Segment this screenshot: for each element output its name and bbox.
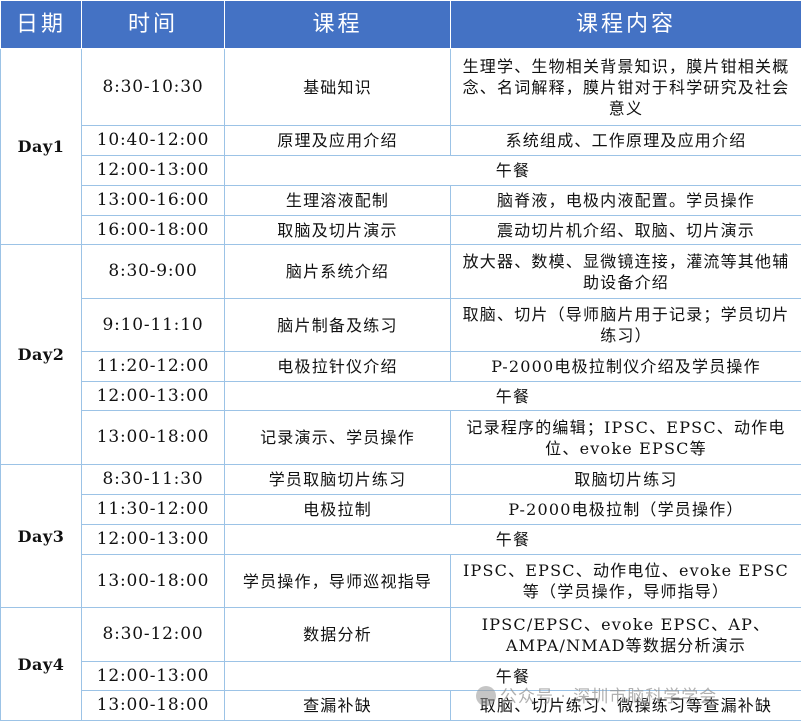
table-row: 16:00-18:00 取脑及切片演示 震动切片机介绍、取脑、切片演示 xyxy=(1,216,801,245)
time-cell: 8:30-11:30 xyxy=(82,465,225,495)
schedule-table: 日期 时间 课程 课程内容 Day1 8:30-10:30 基础知识 生理学、生… xyxy=(0,0,801,721)
table-row: 10:40-12:00 原理及应用介绍 系统组成、工作原理及应用介绍 xyxy=(1,126,801,156)
course-cell: 电极拉针仪介绍 xyxy=(225,352,451,382)
content-cell: 取脑、切片（导师脑片用于记录；学员切片练习） xyxy=(451,299,801,352)
content-cell: 脑脊液，电极内液配置。学员操作 xyxy=(451,186,801,216)
course-cell: 取脑及切片演示 xyxy=(225,216,451,245)
time-cell: 12:00-13:00 xyxy=(82,525,225,555)
time-cell: 8:30-10:30 xyxy=(82,49,225,126)
time-cell: 10:40-12:00 xyxy=(82,126,225,156)
time-cell: 8:30-12:00 xyxy=(82,608,225,662)
header-content: 课程内容 xyxy=(451,1,801,49)
table-row: 13:00-18:00 记录演示、学员操作 记录程序的编辑；IPSC、EPSC、… xyxy=(1,411,801,465)
content-cell: P-2000电极拉制仪介绍及学员操作 xyxy=(451,352,801,382)
table-row: Day3 8:30-11:30 学员取脑切片练习 取脑切片练习 xyxy=(1,465,801,495)
table-row: 13:00-16:00 生理溶液配制 脑脊液，电极内液配置。学员操作 xyxy=(1,186,801,216)
header-time: 时间 xyxy=(82,1,225,49)
watermark-text: 公众号 · 深圳市脑科学学会 xyxy=(500,687,717,707)
course-cell: 学员取脑切片练习 xyxy=(225,465,451,495)
content-cell: 记录程序的编辑；IPSC、EPSC、动作电位、evoke EPSC等 xyxy=(451,411,801,465)
course-cell: 数据分析 xyxy=(225,608,451,662)
course-cell: 原理及应用介绍 xyxy=(225,126,451,156)
time-cell: 12:00-13:00 xyxy=(82,662,225,691)
table-row: 12:00-13:00 午餐 xyxy=(1,156,801,186)
table-row: 12:00-13:00 午餐 xyxy=(1,525,801,555)
time-cell: 11:30-12:00 xyxy=(82,495,225,525)
course-cell: 生理溶液配制 xyxy=(225,186,451,216)
table-row: Day1 8:30-10:30 基础知识 生理学、生物相关背景知识，膜片钳相关概… xyxy=(1,49,801,126)
time-cell: 13:00-18:00 xyxy=(82,411,225,465)
course-cell: 记录演示、学员操作 xyxy=(225,411,451,465)
time-cell: 13:00-18:00 xyxy=(82,691,225,721)
course-cell: 脑片制备及练习 xyxy=(225,299,451,352)
day-label: Day2 xyxy=(1,245,82,465)
table-row: 12:00-13:00 午餐 xyxy=(1,382,801,411)
time-cell: 13:00-16:00 xyxy=(82,186,225,216)
table-row: 11:30-12:00 电极拉制 P-2000电极拉制（学员操作） xyxy=(1,495,801,525)
header-date: 日期 xyxy=(1,1,82,49)
day-label: Day3 xyxy=(1,465,82,608)
time-cell: 9:10-11:10 xyxy=(82,299,225,352)
lunch-cell: 午餐 xyxy=(225,525,801,555)
content-cell: 震动切片机介绍、取脑、切片演示 xyxy=(451,216,801,245)
time-cell: 16:00-18:00 xyxy=(82,216,225,245)
time-cell: 12:00-13:00 xyxy=(82,382,225,411)
table-row: 13:00-18:00 学员操作，导师巡视指导 IPSC、EPSC、动作电位、e… xyxy=(1,555,801,608)
content-cell: P-2000电极拉制（学员操作） xyxy=(451,495,801,525)
course-cell: 电极拉制 xyxy=(225,495,451,525)
time-cell: 8:30-9:00 xyxy=(82,245,225,299)
table-row: Day4 8:30-12:00 数据分析 IPSC/EPSC、evoke EPS… xyxy=(1,608,801,662)
course-cell: 查漏补缺 xyxy=(225,691,451,721)
header-row: 日期 时间 课程 课程内容 xyxy=(1,1,801,49)
wechat-icon xyxy=(476,686,496,706)
time-cell: 11:20-12:00 xyxy=(82,352,225,382)
table-row: Day2 8:30-9:00 脑片系统介绍 放大器、数模、显微镜连接，灌流等其他… xyxy=(1,245,801,299)
watermark: 公众号 · 深圳市脑科学学会 xyxy=(476,682,717,707)
table-row: 11:20-12:00 电极拉针仪介绍 P-2000电极拉制仪介绍及学员操作 xyxy=(1,352,801,382)
content-cell: 取脑切片练习 xyxy=(451,465,801,495)
header-course: 课程 xyxy=(225,1,451,49)
lunch-cell: 午餐 xyxy=(225,156,801,186)
content-cell: 生理学、生物相关背景知识，膜片钳相关概念、名词解释，膜片钳对于科学研究及社会意义 xyxy=(451,49,801,126)
time-cell: 13:00-18:00 xyxy=(82,555,225,608)
content-cell: IPSC、EPSC、动作电位、evoke EPSC等（学员操作，导师指导） xyxy=(451,555,801,608)
table-row: 9:10-11:10 脑片制备及练习 取脑、切片（导师脑片用于记录；学员切片练习… xyxy=(1,299,801,352)
content-cell: 放大器、数模、显微镜连接，灌流等其他辅助设备介绍 xyxy=(451,245,801,299)
content-cell: 系统组成、工作原理及应用介绍 xyxy=(451,126,801,156)
day-label: Day1 xyxy=(1,49,82,245)
day-label: Day4 xyxy=(1,608,82,721)
course-cell: 基础知识 xyxy=(225,49,451,126)
time-cell: 12:00-13:00 xyxy=(82,156,225,186)
lunch-cell: 午餐 xyxy=(225,382,801,411)
course-cell: 脑片系统介绍 xyxy=(225,245,451,299)
content-cell: IPSC/EPSC、evoke EPSC、AP、AMPA/NMAD等数据分析演示 xyxy=(451,608,801,662)
course-cell: 学员操作，导师巡视指导 xyxy=(225,555,451,608)
